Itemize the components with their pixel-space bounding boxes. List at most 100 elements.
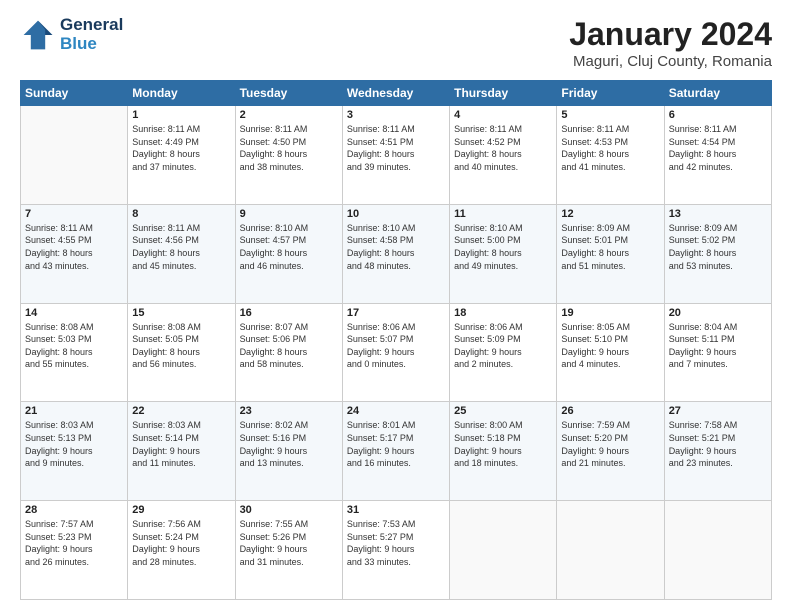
table-row: 25 Sunrise: 8:00 AM Sunset: 5:18 PM Dayli…: [450, 402, 557, 501]
logo: General Blue: [20, 16, 123, 53]
table-row: 3 Sunrise: 8:11 AM Sunset: 4:51 PM Daylig…: [342, 106, 449, 205]
table-row: 4 Sunrise: 8:11 AM Sunset: 4:52 PM Daylig…: [450, 106, 557, 205]
day-info: Sunrise: 8:06 AM Sunset: 5:09 PM Dayligh…: [454, 321, 552, 371]
table-row: 28Sunrise: 7:57 AM Sunset: 5:23 PM Dayli…: [21, 501, 128, 600]
day-info: Sunrise: 7:55 AM Sunset: 5:26 PM Dayligh…: [240, 518, 338, 568]
day-number: 30: [240, 504, 338, 516]
header: General Blue January 2024 Maguri, Cluj C…: [20, 16, 772, 70]
day-number: 29: [132, 504, 230, 516]
page-subtitle: Maguri, Cluj County, Romania: [569, 53, 772, 70]
table-row: 19Sunrise: 8:05 AM Sunset: 5:10 PM Dayli…: [557, 303, 664, 402]
col-saturday: Saturday: [664, 81, 771, 106]
table-row: 18 Sunrise: 8:06 AM Sunset: 5:09 PM Dayli…: [450, 303, 557, 402]
day-info: Sunrise: 8:08 AM Sunset: 5:03 PM Dayligh…: [25, 321, 123, 371]
day-info: Sunrise: 8:11 AM Sunset: 4:49 PM Dayligh…: [132, 123, 230, 173]
table-row: 21 Sunrise: 8:03 AM Sunset: 5:13 PM Dayli…: [21, 402, 128, 501]
day-number: 11: [454, 208, 552, 220]
day-number: 8: [132, 208, 230, 220]
day-info: Sunrise: 8:11 AM Sunset: 4:53 PM Dayligh…: [561, 123, 659, 173]
logo-text-blue: Blue: [60, 35, 123, 54]
calendar-week-row: 14 Sunrise: 8:08 AM Sunset: 5:03 PM Dayli…: [21, 303, 772, 402]
day-number: 24: [347, 405, 445, 417]
table-row: 12 Sunrise: 8:09 AM Sunset: 5:01 PM Dayli…: [557, 204, 664, 303]
day-info: Sunrise: 8:04 AM Sunset: 5:11 PM Dayligh…: [669, 321, 767, 371]
logo-text-general: General: [60, 16, 123, 35]
day-info: Sunrise: 8:03 AM Sunset: 5:14 PM Dayligh…: [132, 419, 230, 469]
day-number: 14: [25, 307, 123, 319]
day-number: 7: [25, 208, 123, 220]
day-number: 18: [454, 307, 552, 319]
day-number: 6: [669, 109, 767, 121]
day-info: Sunrise: 8:09 AM Sunset: 5:01 PM Dayligh…: [561, 222, 659, 272]
day-number: 26: [561, 405, 659, 417]
day-info: Sunrise: 7:58 AM Sunset: 5:21 PM Dayligh…: [669, 419, 767, 469]
page-title: January 2024: [569, 16, 772, 53]
day-number: 21: [25, 405, 123, 417]
day-info: Sunrise: 8:11 AM Sunset: 4:50 PM Dayligh…: [240, 123, 338, 173]
day-number: 2: [240, 109, 338, 121]
table-row: 31 Sunrise: 7:53 AM Sunset: 5:27 PM Dayli…: [342, 501, 449, 600]
day-number: 23: [240, 405, 338, 417]
calendar-week-row: 1Sunrise: 8:11 AM Sunset: 4:49 PM Daylig…: [21, 106, 772, 205]
day-info: Sunrise: 8:11 AM Sunset: 4:56 PM Dayligh…: [132, 222, 230, 272]
day-info: Sunrise: 8:11 AM Sunset: 4:52 PM Dayligh…: [454, 123, 552, 173]
table-row: 8 Sunrise: 8:11 AM Sunset: 4:56 PM Daylig…: [128, 204, 235, 303]
table-row: 5 Sunrise: 8:11 AM Sunset: 4:53 PM Daylig…: [557, 106, 664, 205]
day-number: 4: [454, 109, 552, 121]
day-number: 19: [561, 307, 659, 319]
table-row: [664, 501, 771, 600]
day-info: Sunrise: 8:11 AM Sunset: 4:51 PM Dayligh…: [347, 123, 445, 173]
title-block: January 2024 Maguri, Cluj County, Romani…: [569, 16, 772, 70]
day-number: 13: [669, 208, 767, 220]
page: General Blue January 2024 Maguri, Cluj C…: [0, 0, 792, 612]
table-row: [21, 106, 128, 205]
table-row: 7Sunrise: 8:11 AM Sunset: 4:55 PM Daylig…: [21, 204, 128, 303]
day-info: Sunrise: 8:10 AM Sunset: 4:58 PM Dayligh…: [347, 222, 445, 272]
day-info: Sunrise: 7:59 AM Sunset: 5:20 PM Dayligh…: [561, 419, 659, 469]
table-row: 16Sunrise: 8:07 AM Sunset: 5:06 PM Dayli…: [235, 303, 342, 402]
day-info: Sunrise: 8:01 AM Sunset: 5:17 PM Dayligh…: [347, 419, 445, 469]
col-thursday: Thursday: [450, 81, 557, 106]
day-number: 3: [347, 109, 445, 121]
day-info: Sunrise: 7:53 AM Sunset: 5:27 PM Dayligh…: [347, 518, 445, 568]
table-row: 14 Sunrise: 8:08 AM Sunset: 5:03 PM Dayli…: [21, 303, 128, 402]
day-number: 17: [347, 307, 445, 319]
table-row: 2 Sunrise: 8:11 AM Sunset: 4:50 PM Daylig…: [235, 106, 342, 205]
table-row: 13Sunrise: 8:09 AM Sunset: 5:02 PM Dayli…: [664, 204, 771, 303]
day-number: 20: [669, 307, 767, 319]
table-row: 24 Sunrise: 8:01 AM Sunset: 5:17 PM Dayli…: [342, 402, 449, 501]
day-info: Sunrise: 7:57 AM Sunset: 5:23 PM Dayligh…: [25, 518, 123, 568]
day-number: 25: [454, 405, 552, 417]
day-number: 27: [669, 405, 767, 417]
col-friday: Friday: [557, 81, 664, 106]
day-info: Sunrise: 7:56 AM Sunset: 5:24 PM Dayligh…: [132, 518, 230, 568]
table-row: 1Sunrise: 8:11 AM Sunset: 4:49 PM Daylig…: [128, 106, 235, 205]
day-number: 15: [132, 307, 230, 319]
day-info: Sunrise: 8:02 AM Sunset: 5:16 PM Dayligh…: [240, 419, 338, 469]
day-number: 31: [347, 504, 445, 516]
day-info: Sunrise: 8:00 AM Sunset: 5:18 PM Dayligh…: [454, 419, 552, 469]
table-row: 23 Sunrise: 8:02 AM Sunset: 5:16 PM Dayli…: [235, 402, 342, 501]
calendar-table: Sunday Monday Tuesday Wednesday Thursday…: [20, 80, 772, 600]
table-row: [450, 501, 557, 600]
table-row: 20 Sunrise: 8:04 AM Sunset: 5:11 PM Dayli…: [664, 303, 771, 402]
table-row: 29 Sunrise: 7:56 AM Sunset: 5:24 PM Dayli…: [128, 501, 235, 600]
table-row: 30 Sunrise: 7:55 AM Sunset: 5:26 PM Dayli…: [235, 501, 342, 600]
table-row: 26 Sunrise: 7:59 AM Sunset: 5:20 PM Dayli…: [557, 402, 664, 501]
col-monday: Monday: [128, 81, 235, 106]
day-number: 22: [132, 405, 230, 417]
table-row: 17 Sunrise: 8:06 AM Sunset: 5:07 PM Dayli…: [342, 303, 449, 402]
day-number: 12: [561, 208, 659, 220]
calendar-week-row: 21 Sunrise: 8:03 AM Sunset: 5:13 PM Dayli…: [21, 402, 772, 501]
day-number: 5: [561, 109, 659, 121]
table-row: 27 Sunrise: 7:58 AM Sunset: 5:21 PM Dayli…: [664, 402, 771, 501]
day-info: Sunrise: 8:06 AM Sunset: 5:07 PM Dayligh…: [347, 321, 445, 371]
col-sunday: Sunday: [21, 81, 128, 106]
logo-icon: [20, 17, 56, 53]
day-info: Sunrise: 8:10 AM Sunset: 4:57 PM Dayligh…: [240, 222, 338, 272]
day-number: 10: [347, 208, 445, 220]
table-row: 9Sunrise: 8:10 AM Sunset: 4:57 PM Daylig…: [235, 204, 342, 303]
day-info: Sunrise: 8:03 AM Sunset: 5:13 PM Dayligh…: [25, 419, 123, 469]
day-info: Sunrise: 8:11 AM Sunset: 4:54 PM Dayligh…: [669, 123, 767, 173]
table-row: [557, 501, 664, 600]
